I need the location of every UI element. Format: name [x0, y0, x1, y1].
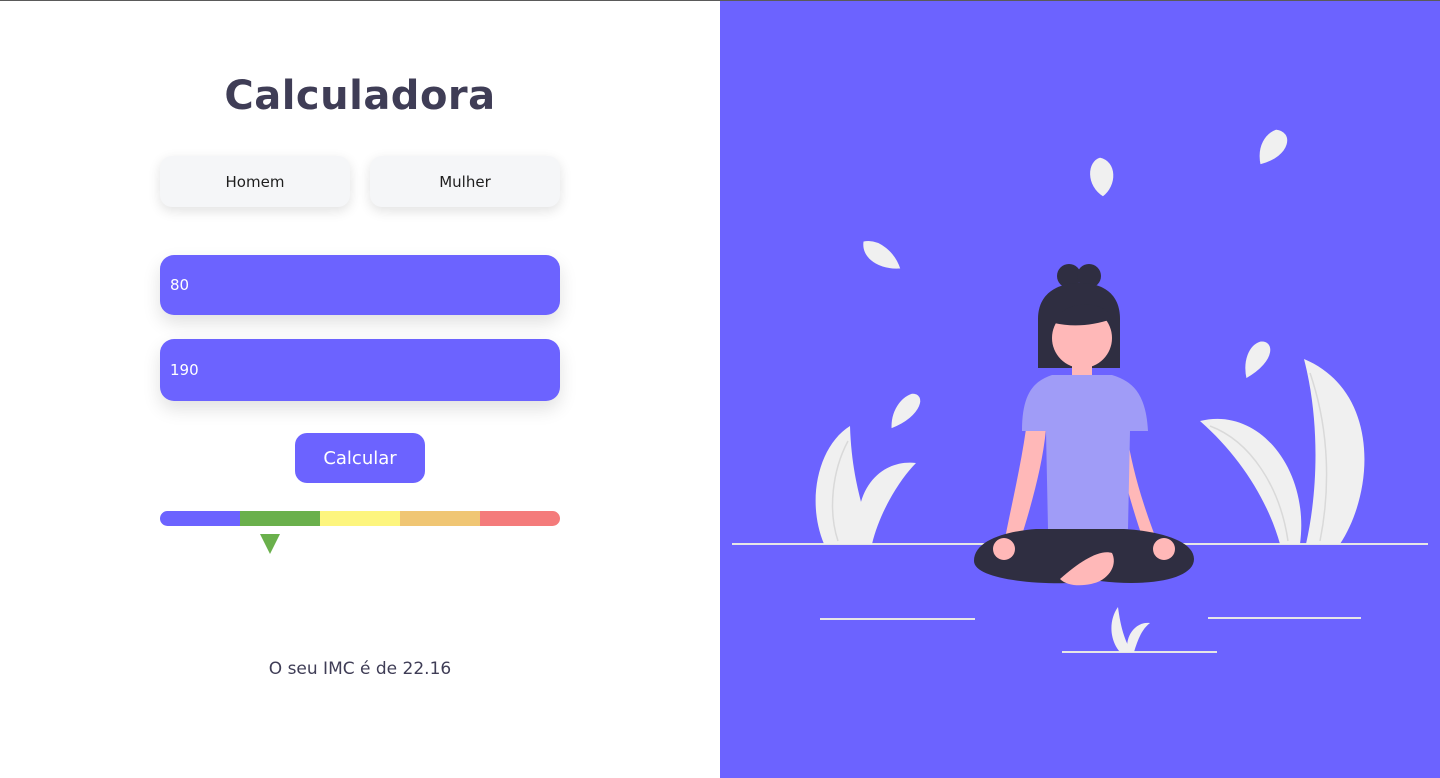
page-title: Calculadora: [224, 73, 496, 119]
calculator-panel: Calculadora Homem Mulher 80 190 Calcular…: [0, 1, 720, 778]
bmi-scale-bar: [160, 511, 560, 526]
bmi-scale-segment: [240, 511, 320, 526]
bmi-scale-segment: [400, 511, 480, 526]
bmi-scale-segment: [480, 511, 560, 526]
female-button[interactable]: Mulher: [370, 156, 560, 207]
illustration-panel: [720, 1, 1440, 778]
leaf-icon: [862, 239, 902, 270]
meditation-illustration: [732, 128, 1428, 653]
leaf-icon: [1258, 128, 1289, 166]
bmi-indicator-icon: [260, 534, 280, 554]
height-input[interactable]: 190: [160, 339, 560, 401]
person-icon: [974, 264, 1194, 586]
plant-right-icon: [1200, 359, 1365, 544]
bmi-scale-segment: [160, 511, 240, 526]
plant-left-icon: [815, 426, 916, 544]
leaf-icon: [890, 392, 922, 430]
weight-input[interactable]: 80: [160, 255, 560, 315]
calculate-button[interactable]: Calcular: [295, 433, 425, 483]
leaf-icon: [1088, 156, 1115, 198]
leaf-icon: [1244, 340, 1272, 380]
male-button[interactable]: Homem: [160, 156, 350, 207]
bmi-result-text: O seu IMC é de 22.16: [268, 659, 452, 679]
plant-small-icon: [1111, 607, 1150, 652]
bmi-scale-segment: [320, 511, 400, 526]
